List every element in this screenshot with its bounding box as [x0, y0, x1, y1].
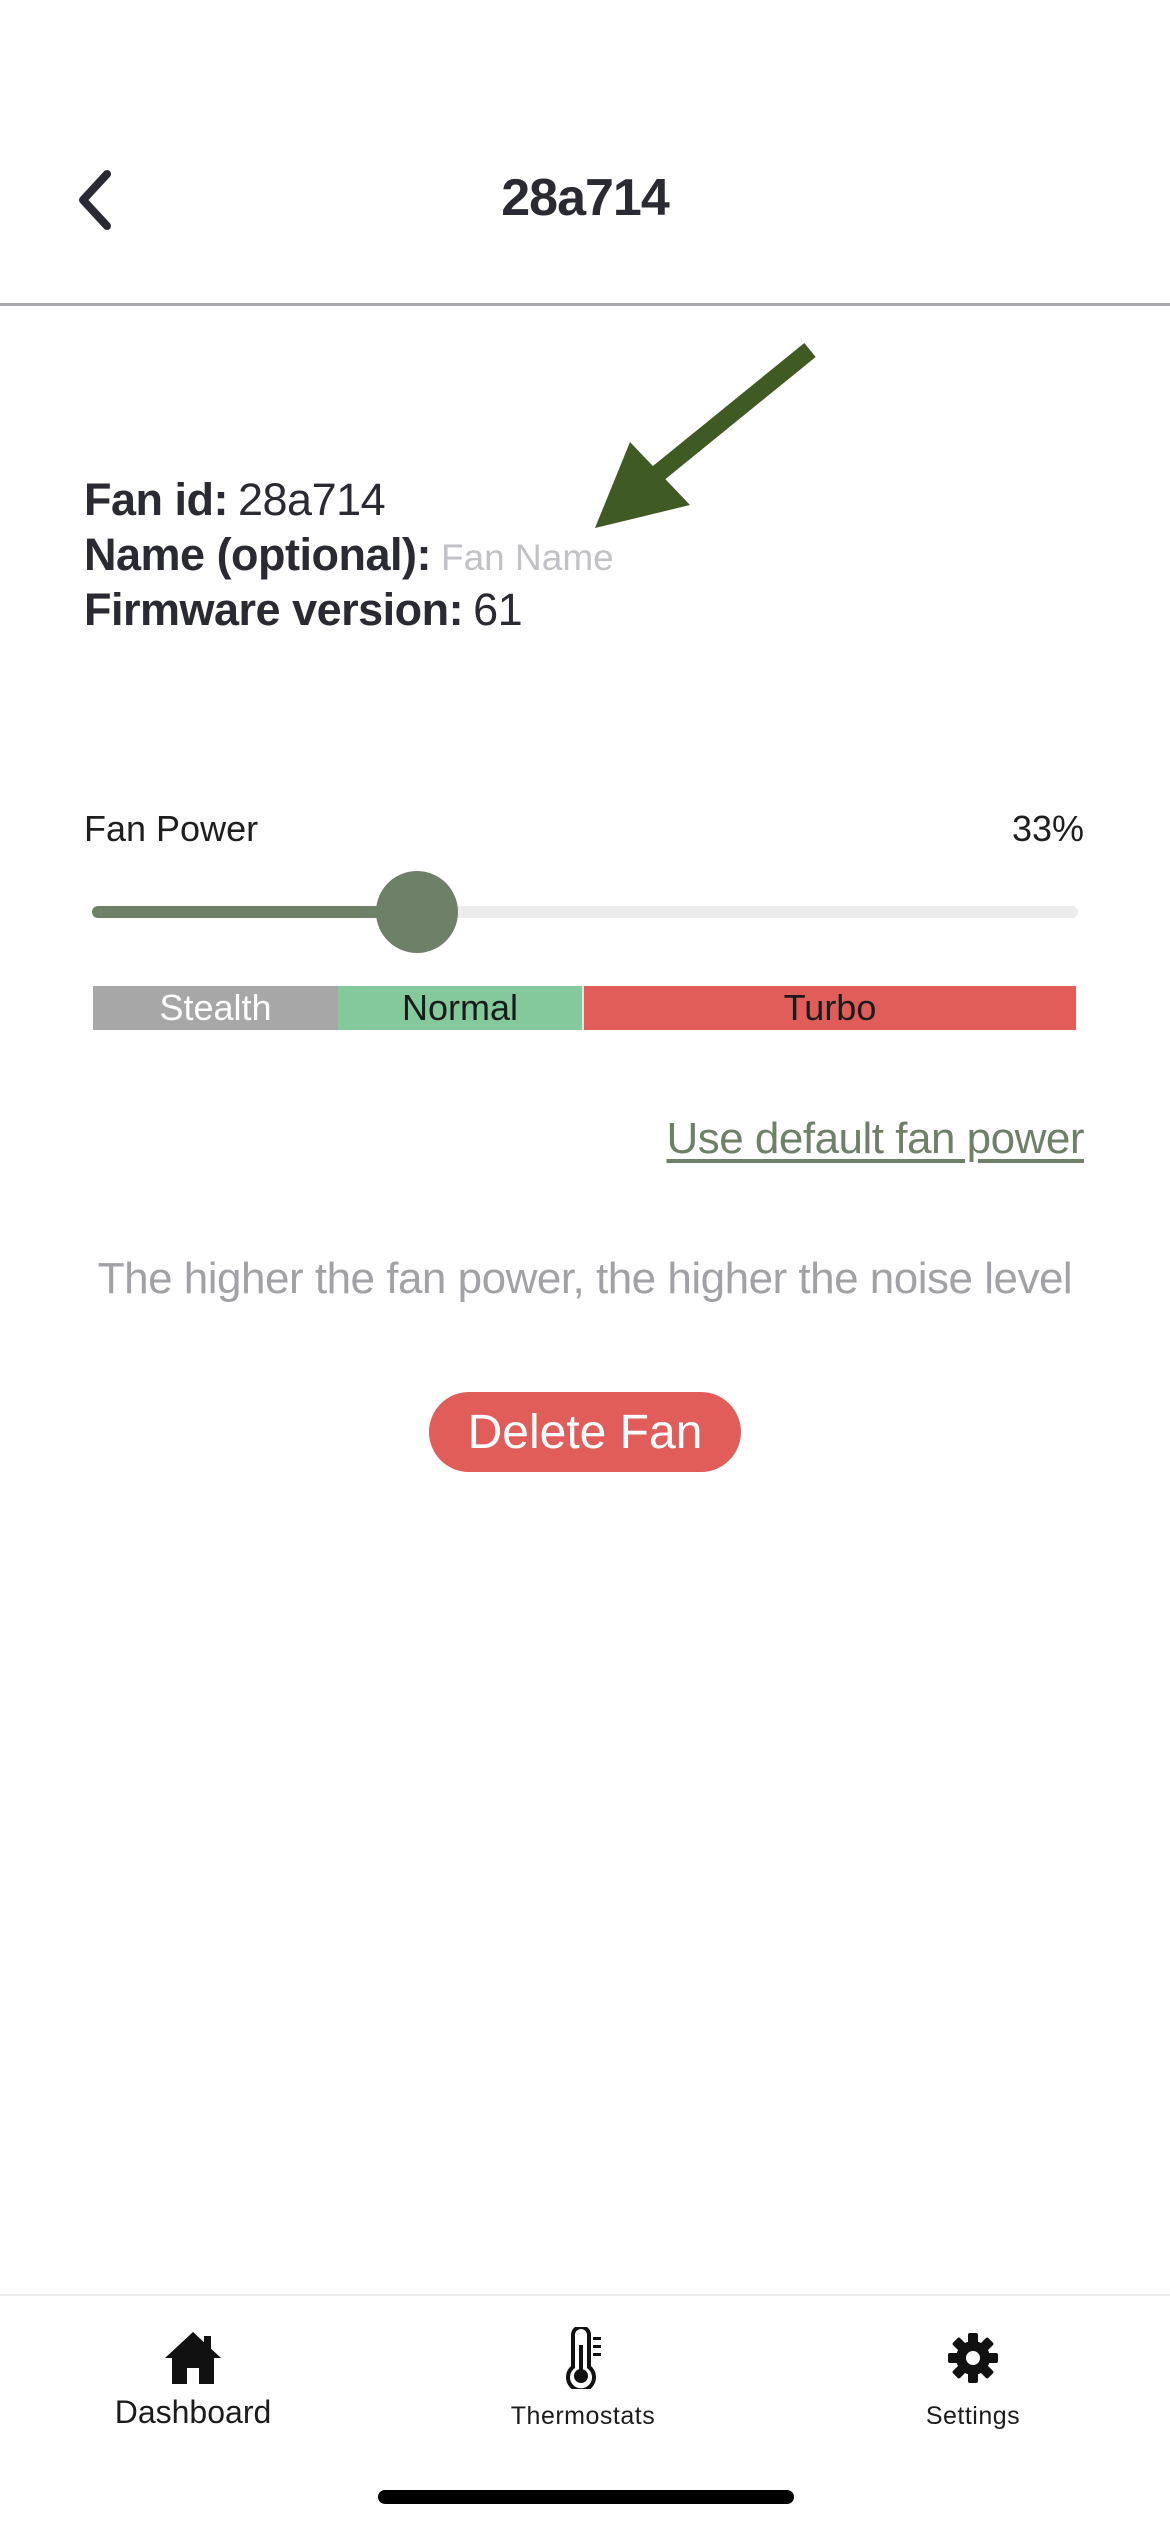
home-indicator [378, 2490, 794, 2504]
arrow-icon [595, 343, 816, 528]
tab-thermostats[interactable]: Thermostats [483, 2326, 683, 2431]
tab-thermostats-label: Thermostats [510, 2402, 656, 2430]
tab-settings-label: Settings [925, 2402, 1021, 2430]
power-mode-scale: Stealth Normal Turbo [93, 986, 1076, 1030]
fan-id-value: 28a714 [237, 474, 386, 525]
gear-icon [947, 2326, 999, 2390]
noise-hint: The higher the fan power, the higher the… [97, 1254, 1073, 1303]
page-title: 28a714 [501, 169, 670, 227]
slider-thumb[interactable] [376, 871, 458, 953]
firmware-value: 61 [473, 584, 523, 635]
firmware-label: Firmware version: [84, 584, 464, 635]
mode-normal: Normal [338, 986, 584, 1030]
name-label: Name (optional): [84, 529, 432, 580]
header: 28a714 [0, 0, 1170, 306]
firmware-row: Firmware version: 61 [84, 582, 1084, 637]
fan-power-value: 33% [1011, 808, 1084, 849]
fan-id-label: Fan id: [84, 474, 228, 525]
fan-power-label: Fan Power [84, 808, 259, 849]
fan-detail-screen: 28a714 Fan id:28a714 Name (optional): Fi… [0, 0, 1170, 2532]
thermometer-icon [561, 2326, 605, 2390]
slider-fill [92, 906, 417, 918]
use-default-power-link[interactable]: Use default fan power [666, 1114, 1084, 1164]
tab-settings[interactable]: Settings [873, 2326, 1073, 2431]
tab-dashboard-label: Dashboard [114, 2394, 272, 2430]
fan-power-slider[interactable] [92, 871, 1078, 953]
mode-turbo: Turbo [584, 986, 1076, 1030]
tab-dashboard[interactable]: Dashboard [93, 2326, 293, 2431]
mode-stealth: Stealth [93, 986, 338, 1030]
delete-fan-button[interactable]: Delete Fan [429, 1392, 741, 1472]
home-icon [163, 2326, 223, 2390]
